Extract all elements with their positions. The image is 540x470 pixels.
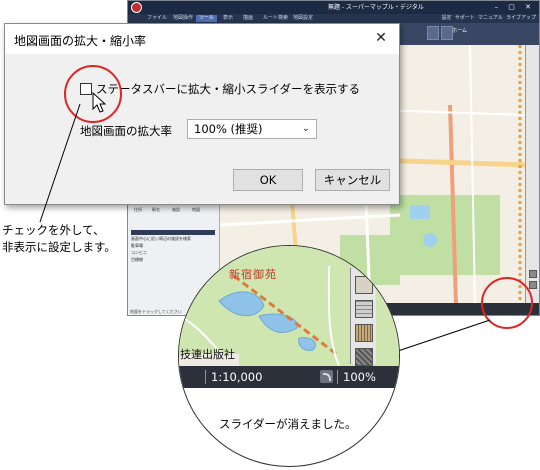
annotation-left-line1: チェックを外して、	[2, 223, 105, 237]
terrain-icon[interactable]	[355, 324, 373, 342]
park-label: 新宿御苑	[229, 268, 277, 281]
map-style-button[interactable]	[355, 276, 373, 294]
pattern-icon[interactable]	[355, 348, 373, 366]
statusbar-divider	[337, 370, 338, 384]
magnifier-lens: 新宿御苑 技連出版社 1:10,000 100%	[178, 245, 400, 467]
statusbar-divider	[205, 370, 206, 384]
map-scale-readout: 1:10,000	[211, 370, 263, 384]
map-tool-strip-zoomed	[350, 268, 376, 366]
building-label: 技連出版社	[180, 348, 235, 361]
rss-icon[interactable]	[320, 370, 333, 383]
annotation-bottom: スライダーが消えました。	[219, 417, 357, 431]
annotation-left-line2: 非表示に設定します。	[2, 240, 116, 254]
annotation-left: チェックを外して、 非表示に設定します。	[2, 222, 116, 256]
grid-icon[interactable]	[355, 300, 373, 318]
zoom-percent-readout: 100%	[343, 370, 376, 384]
